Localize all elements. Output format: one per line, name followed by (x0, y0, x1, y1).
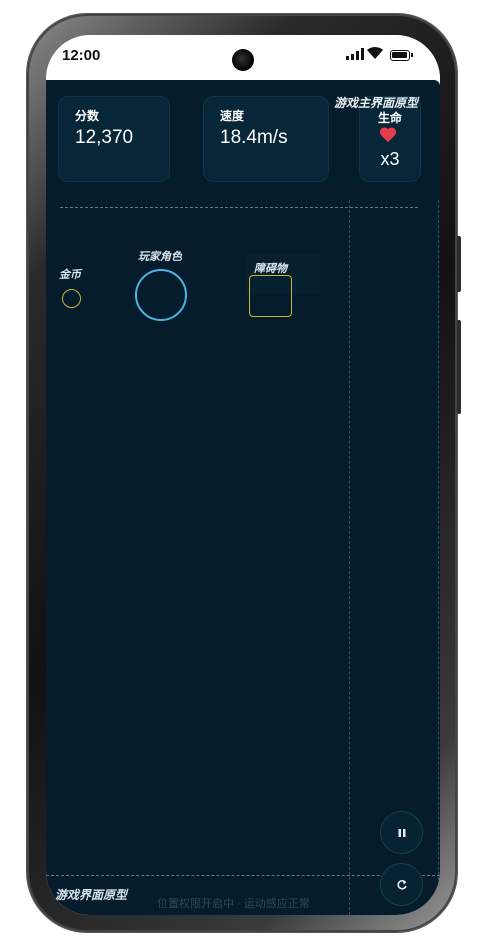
prototype-title: 游戏主界面原型 (333, 96, 418, 110)
lives-value: x3 (380, 149, 400, 169)
footer-title: 游戏界面原型 (55, 888, 128, 902)
player-label: 玩家角色 (138, 251, 182, 263)
pause-icon (398, 828, 405, 837)
player-character[interactable] (135, 269, 187, 321)
game-area[interactable]: 分数 12,370 速度 18.4m/s 生命 x3 游戏主界面原型 金币 玩家… (46, 80, 440, 915)
restart-button[interactable] (380, 863, 423, 906)
signal-icon (346, 48, 364, 60)
obstacle-label: 障碍物 (254, 263, 287, 275)
score-card: 分数 12,370 (58, 96, 170, 182)
pause-button[interactable] (380, 811, 423, 854)
status-bar: 12:00 (46, 35, 440, 80)
coin-label: 金币 (59, 269, 81, 281)
lives-label: 生命 (377, 111, 402, 125)
speed-label: 速度 (220, 109, 245, 123)
obstacle (249, 275, 292, 317)
boundary-line (349, 200, 350, 915)
battery-icon (390, 50, 413, 61)
side-button (457, 236, 461, 292)
speed-card: 速度 18.4m/s (203, 96, 329, 182)
boundary-line (438, 200, 439, 915)
clock: 12:00 (62, 47, 101, 64)
speed-value: 18.4m/s (220, 127, 288, 148)
wifi-icon (367, 46, 383, 59)
footer-status: 位置权限开启中 · 运动感应正常 (157, 898, 310, 910)
score-label: 分数 (75, 109, 100, 123)
heart-icon (379, 127, 397, 143)
score-value: 12,370 (75, 127, 134, 148)
front-camera (232, 49, 254, 71)
phone-screen: 12:00 分数 12,370 速度 18.4m/s 生命 x3 游戏主界面原型 (46, 35, 440, 915)
horizon-line (60, 207, 418, 208)
coin (62, 289, 81, 308)
restart-icon (396, 879, 407, 890)
side-button (457, 320, 461, 414)
